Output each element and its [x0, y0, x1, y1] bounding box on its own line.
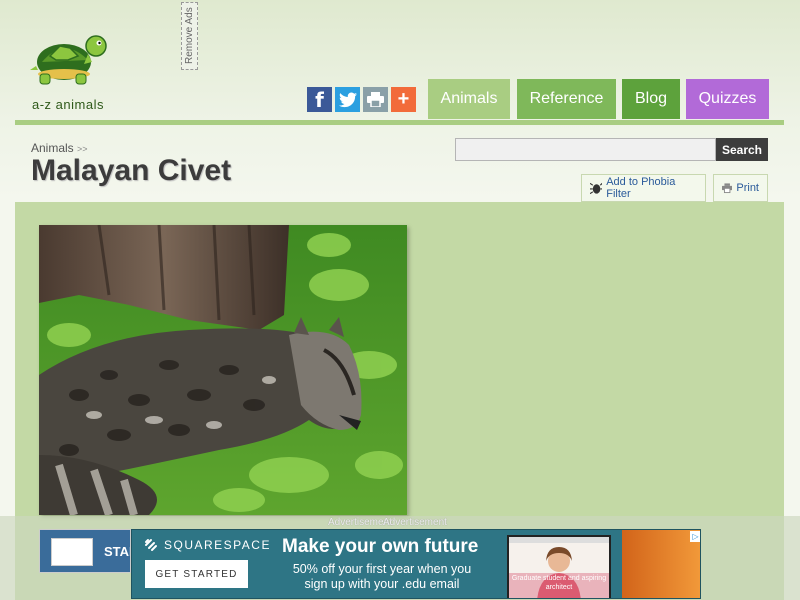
nav-quizzes[interactable]: Quizzes — [686, 79, 769, 119]
squarespace-logo: SQUARESPACE — [144, 538, 271, 552]
squarespace-logo-icon — [145, 539, 157, 551]
more-share-button[interactable]: + — [391, 87, 416, 112]
ad-headline: Make your own future — [282, 536, 479, 557]
malayan-civet-photo — [39, 225, 407, 515]
twitter-share-button[interactable] — [335, 87, 360, 112]
phobia-label: Add to Phobia Filter — [606, 176, 676, 200]
ad-phone-caption: Graduate student and aspiring architect — [511, 575, 607, 591]
add-phobia-filter-button[interactable]: Add to Phobia Filter — [581, 174, 706, 202]
ad-start-text: START — [104, 544, 130, 559]
ad-card-image — [51, 538, 93, 566]
search-button[interactable]: Search — [716, 138, 768, 161]
turtle-logo-icon[interactable] — [30, 32, 110, 88]
remove-ads-link[interactable]: Remove Ads — [181, 2, 198, 70]
ad-phone-image: Graduate student and aspiring architect — [507, 535, 611, 598]
breadcrumb-animals-link[interactable]: Animals — [31, 141, 74, 155]
squarespace-brand: SQUARESPACE — [164, 538, 271, 552]
squarespace-ad[interactable]: SQUARESPACE GET STARTED Make your own fu… — [131, 529, 701, 599]
spider-icon — [590, 182, 603, 194]
adchoices-icon[interactable]: ▷ — [690, 531, 700, 542]
printer-icon — [367, 92, 384, 107]
breadcrumb-separator: >> — [77, 144, 88, 154]
twitter-bird-icon — [338, 92, 357, 107]
nav-blog[interactable]: Blog — [622, 79, 680, 119]
facebook-share-button[interactable]: f — [307, 87, 332, 112]
logo-text[interactable]: a-z animals — [32, 97, 104, 112]
advertisement-label: Advertisement — [383, 517, 447, 528]
nav-animals[interactable]: Animals — [428, 79, 510, 119]
print-share-button[interactable] — [363, 87, 388, 112]
left-banner-ad[interactable]: START — [39, 529, 131, 573]
print-label: Print — [736, 182, 759, 194]
nav-reference[interactable]: Reference — [517, 79, 616, 119]
printer-icon — [722, 183, 733, 194]
page-title: Malayan Civet — [31, 154, 232, 187]
ad-subtext: 50% off your first year when you sign up… — [292, 562, 472, 591]
header-divider — [15, 120, 784, 125]
print-button[interactable]: Print — [713, 174, 768, 202]
get-started-button[interactable]: GET STARTED — [145, 560, 248, 588]
breadcrumb: Animals >> — [31, 141, 88, 155]
search-input[interactable] — [455, 138, 716, 161]
